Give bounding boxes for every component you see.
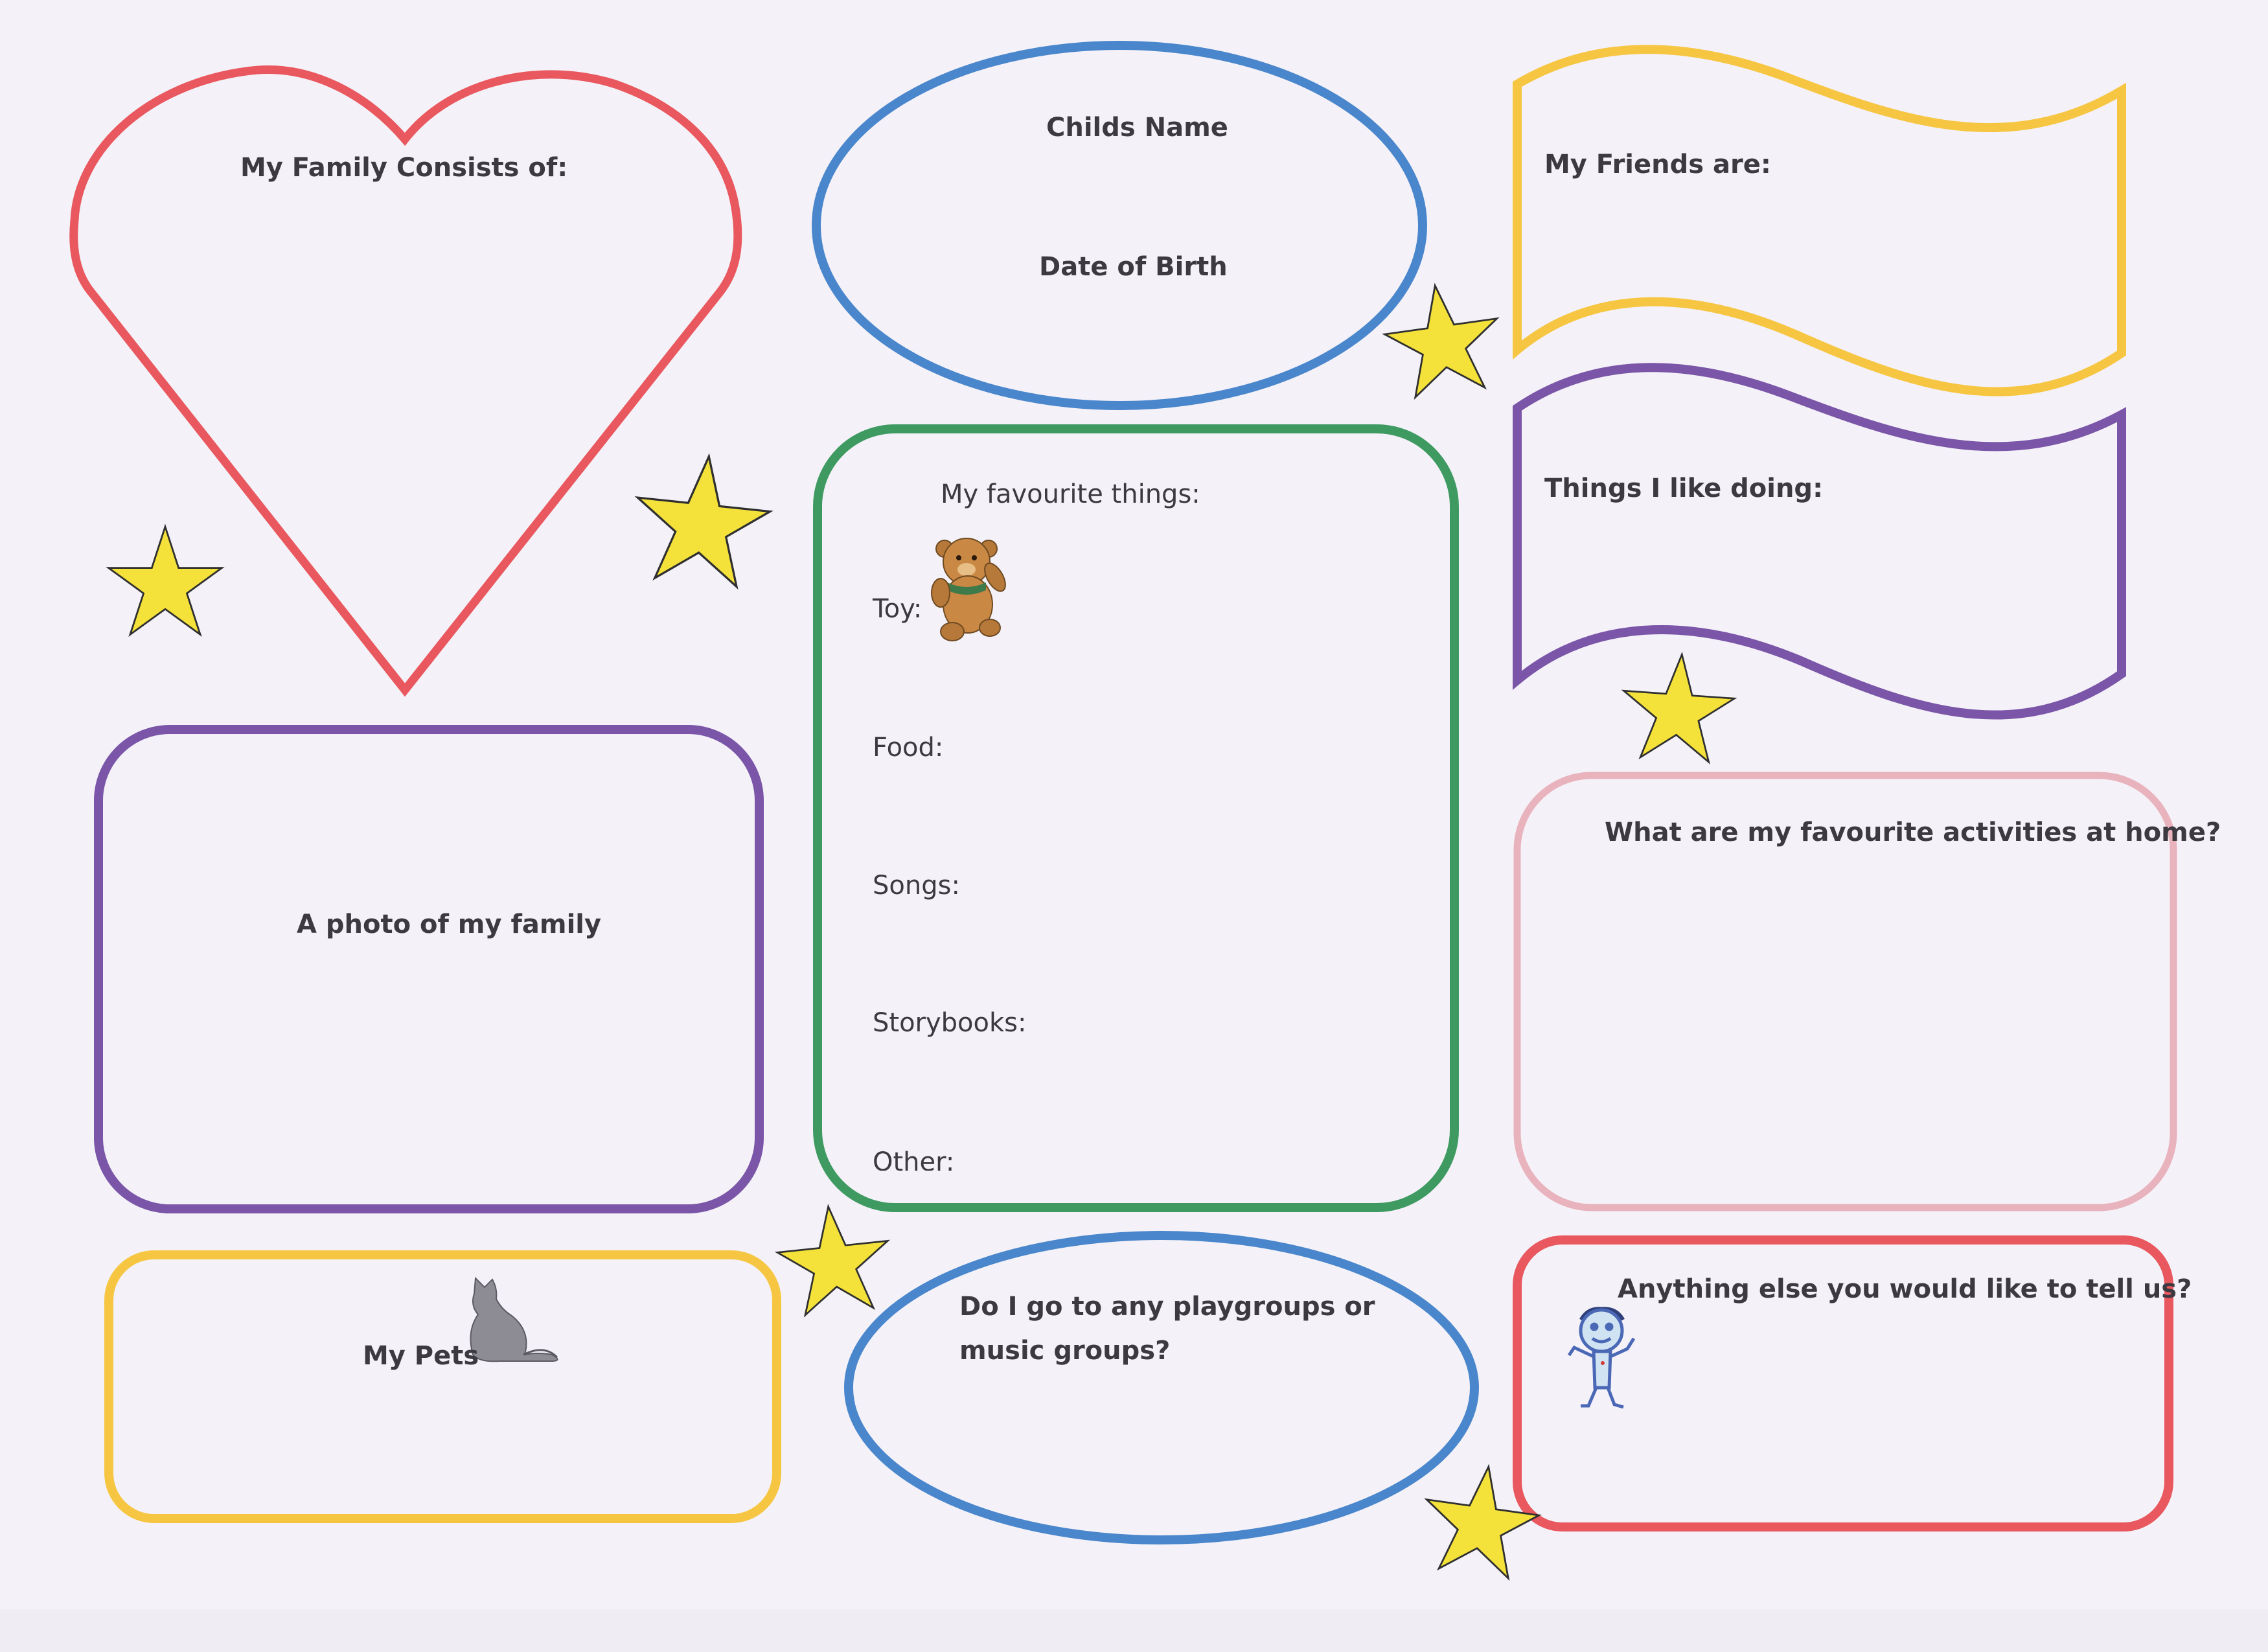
pets-box-frame <box>104 1250 781 1523</box>
playgroups-label-line1: Do I go to any playgroups or <box>959 1292 1375 1322</box>
favourite-other-label: Other: <box>873 1147 955 1171</box>
date-of-birth-label: Date of Birth <box>1039 252 1228 282</box>
cat-icon <box>470 1276 558 1362</box>
playgroups-ellipse-frame <box>844 1231 1479 1544</box>
favourites-box-frame <box>813 424 1459 1212</box>
playgroups-label-line2: music groups? <box>959 1336 1171 1366</box>
friends-flag-frame <box>1513 45 2126 396</box>
star-icon <box>106 523 225 637</box>
teddy-bear-icon <box>931 538 1006 641</box>
boy-doodle-icon <box>1567 1307 1636 1409</box>
favourite-toy-label: Toy: <box>873 594 922 624</box>
things-flag-frame <box>1513 363 2126 720</box>
pets-label: My Pets <box>363 1341 479 1371</box>
favourites-title: My favourite things: <box>941 479 1200 509</box>
family-label: My Family Consists of: <box>240 153 568 183</box>
worksheet-page: My Family Consists of: Childs Name Date … <box>0 0 2268 1609</box>
activities-label: What are my favourite activities at home… <box>1605 818 2221 847</box>
favourite-storybooks-label: Storybooks: <box>873 1008 1027 1038</box>
things-label: Things I like doing: <box>1544 474 1824 503</box>
child-name-label: Childs Name <box>1046 113 1228 143</box>
star-icon <box>1424 1463 1542 1581</box>
name-ellipse-frame <box>812 41 1427 410</box>
favourite-food-label: Food: <box>873 733 944 763</box>
star-icon <box>634 453 773 590</box>
photo-label: A photo of my family <box>297 910 602 939</box>
friends-label: My Friends are: <box>1544 150 1771 179</box>
favourite-songs-label: Songs: <box>873 871 960 901</box>
star-icon <box>774 1204 891 1318</box>
star-icon <box>1621 651 1737 765</box>
anything-else-label: Anything else you would like to tell us? <box>1618 1274 2192 1304</box>
photo-box-frame <box>94 725 764 1213</box>
